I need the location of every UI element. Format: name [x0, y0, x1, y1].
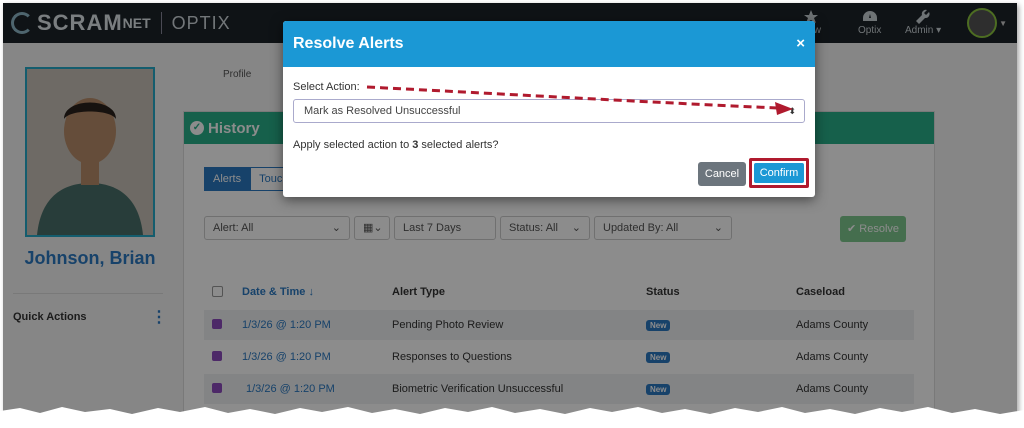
- app-window: SCRAM NET OPTIX New Optix Admin ▾ ▼ John…: [3, 3, 1017, 423]
- dialog-header: Resolve Alerts ×: [283, 21, 815, 67]
- select-action-label: Select Action:: [293, 81, 360, 93]
- close-icon[interactable]: ×: [796, 35, 805, 52]
- question-text-post: selected alerts?: [418, 139, 499, 151]
- confirm-button[interactable]: Confirm: [754, 163, 804, 183]
- confirm-question: Apply selected action to 3 selected aler…: [293, 139, 498, 151]
- select-caret-icon: ⬍: [788, 106, 796, 116]
- cancel-button[interactable]: Cancel: [698, 162, 746, 186]
- action-select[interactable]: Mark as Resolved Unsuccessful ⬍: [293, 99, 805, 123]
- resolve-alerts-dialog: Resolve Alerts × Select Action: Mark as …: [283, 21, 815, 197]
- torn-edge-decoration: [0, 407, 1024, 428]
- action-select-value: Mark as Resolved Unsuccessful: [304, 105, 461, 117]
- question-text-pre: Apply selected action to: [293, 139, 413, 151]
- confirm-highlight-box: Confirm: [749, 158, 809, 188]
- dialog-title: Resolve Alerts: [293, 35, 404, 52]
